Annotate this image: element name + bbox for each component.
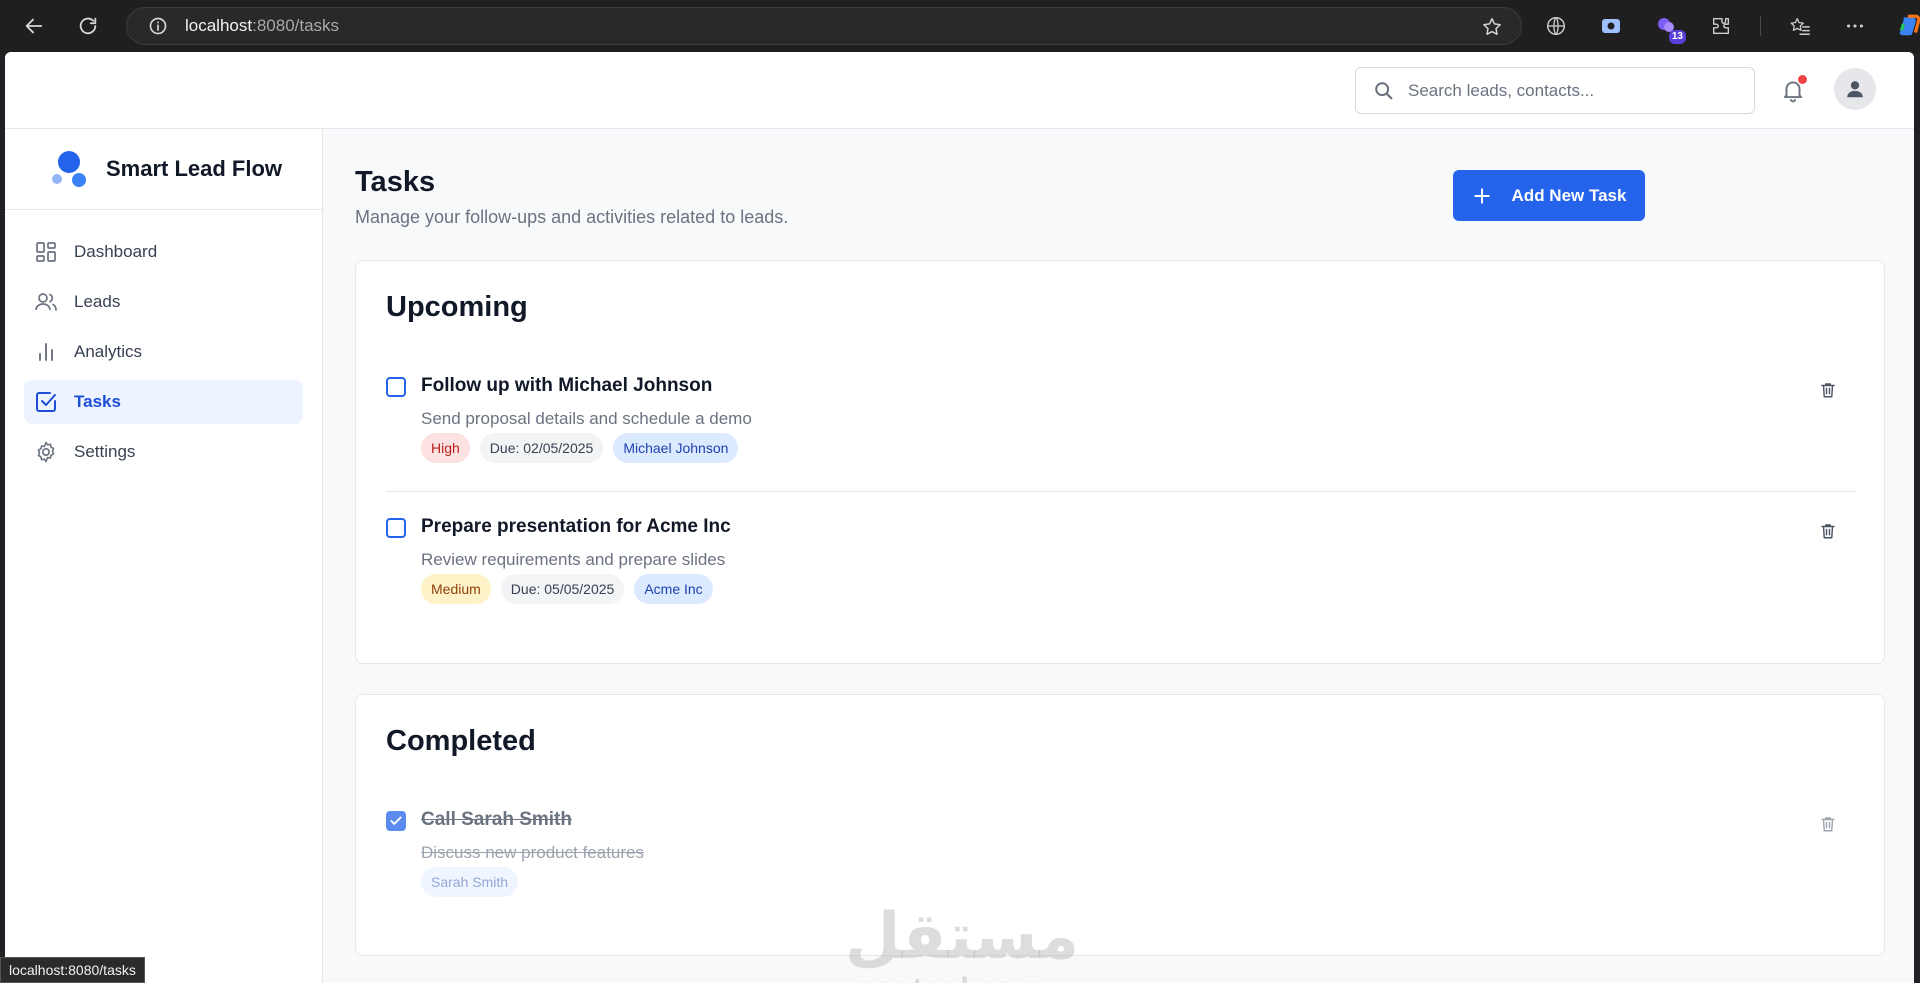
toolbar-separator: [1760, 16, 1761, 36]
task-title: Prepare presentation for Acme Inc: [421, 516, 731, 537]
watermark-arabic: مستقل: [845, 900, 1080, 974]
app-header: [5, 52, 1914, 129]
task-tags: Medium Due: 05/05/2025 Acme Inc: [421, 574, 723, 604]
sidebar-item-label: Tasks: [74, 392, 121, 411]
contact-badge: Michael Johnson: [613, 433, 739, 463]
trash-icon[interactable]: [1817, 813, 1839, 835]
sidebar: Smart Lead Flow Dashboard Leads Analytic…: [5, 129, 323, 983]
main-content: Tasks Manage your follow-ups and activit…: [323, 129, 1914, 983]
back-icon[interactable]: [16, 8, 52, 44]
user-avatar[interactable]: [1834, 68, 1876, 110]
favorites-list-icon[interactable]: [1784, 10, 1816, 42]
task-title: Follow up with Michael Johnson: [421, 375, 713, 396]
task-tags: High Due: 02/05/2025 Michael Johnson: [421, 433, 748, 463]
page-subtitle: Manage your follow-ups and activities re…: [355, 207, 789, 227]
extension-badge-icon[interactable]: 13: [1650, 10, 1686, 44]
page-title: Tasks: [355, 166, 436, 198]
extension-count-badge: 13: [1668, 30, 1686, 44]
sidebar-item-label: Analytics: [74, 342, 143, 361]
sidebar-item-label: Leads: [74, 292, 121, 311]
task-divider: [386, 491, 1856, 492]
due-date-badge: Due: 05/05/2025: [500, 574, 625, 604]
sidebar-item-dashboard[interactable]: Dashboard: [24, 230, 303, 274]
dashboard-icon: [34, 240, 58, 264]
check-square-icon: [34, 390, 58, 414]
search-icon: [1372, 79, 1396, 103]
completed-heading: Completed: [386, 725, 536, 757]
copilot-icon[interactable]: [1894, 10, 1920, 42]
gear-icon: [34, 440, 58, 464]
brand-name: Smart Lead Flow: [106, 156, 283, 181]
priority-badge: High: [421, 433, 470, 463]
add-new-task-button[interactable]: Add New Task: [1453, 170, 1645, 221]
priority-badge: Medium: [421, 574, 491, 604]
logo-icon: [49, 149, 89, 189]
completed-tasks-card: Completed Call Sarah Smith Discuss new p…: [355, 694, 1885, 956]
extensions-area: 13: [1540, 10, 1920, 44]
sidebar-item-label: Settings: [74, 442, 136, 461]
notification-dot: [1798, 75, 1807, 84]
url-host: localhost: [185, 16, 253, 35]
task-description: Send proposal details and schedule a dem…: [421, 409, 752, 428]
app-viewport: Smart Lead Flow Dashboard Leads Analytic…: [5, 52, 1914, 983]
screen-capture-icon[interactable]: [1595, 10, 1627, 42]
sidebar-item-tasks[interactable]: Tasks: [24, 380, 303, 424]
task-description: Discuss new product features: [421, 843, 644, 862]
bar-chart-icon: [34, 340, 58, 364]
more-menu-icon[interactable]: [1839, 10, 1871, 42]
contact-badge: Sarah Smith: [421, 867, 519, 897]
notifications-bell-icon[interactable]: [1778, 75, 1808, 105]
brand[interactable]: Smart Lead Flow: [5, 129, 322, 210]
task-checkbox[interactable]: [386, 518, 406, 538]
add-new-task-label: Add New Task: [1511, 185, 1627, 205]
plus-icon: [1472, 186, 1492, 206]
user-icon: [1847, 81, 1863, 98]
search-box[interactable]: [1355, 67, 1755, 114]
reload-icon[interactable]: [70, 8, 106, 44]
browser-toolbar: localhost:8080/tasks 13: [0, 0, 1920, 52]
task-title: Call Sarah Smith: [421, 809, 572, 830]
trash-icon[interactable]: [1817, 379, 1839, 401]
globe-icon[interactable]: [1540, 10, 1572, 42]
watermark-latin: mostaql.com: [845, 972, 1045, 983]
task-checkbox[interactable]: [386, 377, 406, 397]
task-description: Review requirements and prepare slides: [421, 550, 726, 569]
url-text: localhost:8080/tasks: [185, 16, 339, 36]
search-input[interactable]: [1408, 80, 1728, 101]
sidebar-item-settings[interactable]: Settings: [24, 430, 303, 474]
sidebar-item-label: Dashboard: [74, 242, 158, 261]
watermark: مستقل mostaql.com: [845, 900, 1080, 983]
upcoming-heading: Upcoming: [386, 291, 528, 323]
checkmark-icon: [390, 816, 402, 825]
task-checkbox[interactable]: [386, 811, 406, 831]
site-info-icon[interactable]: [147, 15, 169, 37]
sidebar-menu: Dashboard Leads Analytics Tasks Settings: [5, 210, 322, 500]
sidebar-item-analytics[interactable]: Analytics: [24, 330, 303, 374]
address-bar[interactable]: localhost:8080/tasks: [126, 7, 1522, 45]
contact-badge: Acme Inc: [634, 574, 713, 604]
url-path: :8080/tasks: [252, 16, 340, 35]
status-bar-url: localhost:8080/tasks: [0, 957, 145, 983]
favorite-star-icon[interactable]: [1481, 16, 1503, 43]
trash-icon[interactable]: [1817, 520, 1839, 542]
due-date-badge: Due: 02/05/2025: [479, 433, 604, 463]
sidebar-item-leads[interactable]: Leads: [24, 280, 303, 324]
puzzle-icon[interactable]: [1705, 10, 1737, 42]
upcoming-tasks-card: Upcoming Follow up with Michael Johnson …: [355, 260, 1885, 664]
task-tags: Sarah Smith: [421, 867, 528, 897]
users-icon: [34, 290, 58, 314]
